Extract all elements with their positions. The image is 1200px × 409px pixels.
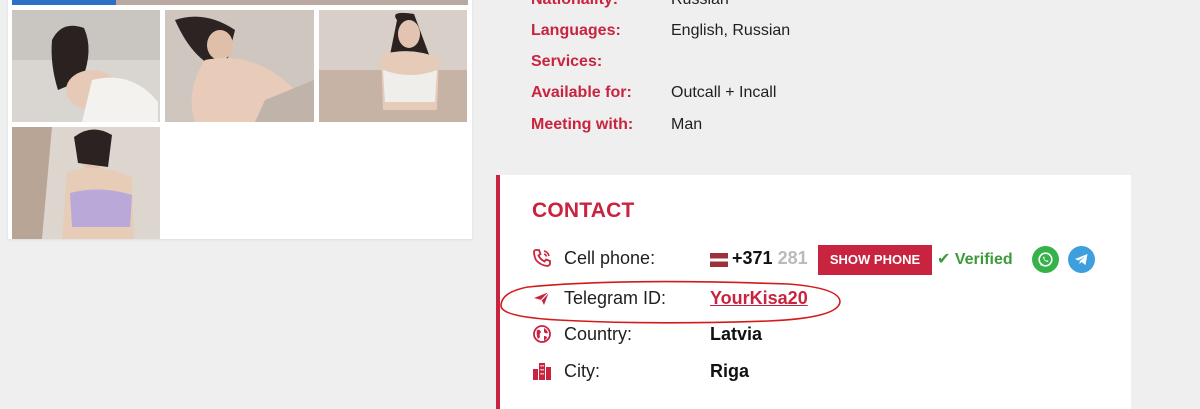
detail-label: Available for:	[531, 84, 632, 101]
telegram-label: Telegram ID:	[564, 288, 667, 308]
verified-label: Verified	[954, 251, 1013, 268]
detail-label: Languages:	[531, 22, 621, 39]
contact-title: CONTACT	[532, 199, 635, 222]
show-phone-button[interactable]: SHOW PHONE	[818, 245, 932, 275]
detail-value: Outcall + Incall	[671, 84, 777, 101]
cell-phone-row: Cell phone: +371 281 SHOW PHONE ✔ Verifi…	[532, 245, 1122, 275]
country-row: Country: Latvia	[532, 321, 1122, 349]
gallery-thumbnail[interactable]	[12, 10, 160, 122]
country-label: Country:	[564, 324, 633, 344]
telegram-button[interactable]	[1068, 246, 1095, 273]
telegram-icon	[532, 288, 554, 310]
whatsapp-button[interactable]	[1032, 246, 1059, 273]
verified-badge: ✔ Verified	[937, 249, 1013, 269]
detail-row-languages: Languages: English, Russian	[531, 19, 1131, 43]
page: Nationality: Russian Languages: English,…	[0, 0, 1200, 409]
detail-label: Services:	[531, 53, 603, 70]
globe-icon	[532, 324, 554, 346]
detail-value: English, Russian	[671, 22, 791, 39]
detail-row-meeting-with: Meeting with: Man	[531, 113, 1131, 137]
checkmark-icon: ✔	[937, 251, 951, 268]
city-row: City: Riga	[532, 358, 1122, 386]
country-value: Latvia	[710, 324, 763, 344]
detail-label: Meeting with:	[531, 116, 634, 133]
city-value: Riga	[710, 361, 750, 381]
gallery-thumbnail[interactable]	[12, 127, 160, 239]
gallery-thumbnail[interactable]	[165, 10, 314, 122]
photo-gallery	[8, 0, 472, 239]
gallery-thumbnail[interactable]	[319, 10, 467, 122]
detail-row-services: Services:	[531, 50, 1131, 74]
contact-card: CONTACT Cell phone: +371 281 SHOW PHONE …	[496, 175, 1131, 409]
detail-row-available-for: Available for: Outcall + Incall	[531, 81, 1131, 105]
latvia-flag-icon	[710, 253, 728, 267]
city-label: City:	[564, 361, 600, 381]
phone-icon	[532, 248, 554, 270]
cell-phone-label: Cell phone:	[564, 248, 656, 268]
gallery-top-strip	[12, 0, 468, 5]
telegram-id-link[interactable]: YourKisa20	[710, 288, 808, 309]
phone-prefix: +371	[732, 248, 773, 268]
city-icon	[532, 361, 554, 383]
whatsapp-icon	[1038, 252, 1053, 267]
detail-row-nationality: Nationality: Russian	[531, 0, 1131, 12]
detail-value: Man	[671, 116, 703, 133]
phone-masked-digits: 281	[777, 248, 808, 268]
detail-value: Russian	[671, 0, 729, 12]
telegram-row: Telegram ID: YourKisa20	[532, 285, 1122, 313]
detail-label: Nationality:	[531, 0, 618, 12]
telegram-icon	[1075, 254, 1088, 265]
phone-number-partial: +371 281	[732, 248, 808, 269]
